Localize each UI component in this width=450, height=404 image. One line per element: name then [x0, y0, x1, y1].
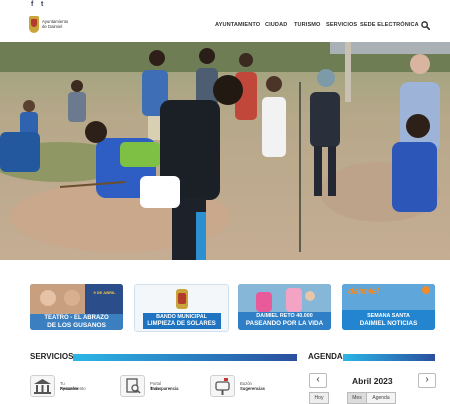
services-title: SERVICIOS: [30, 352, 74, 361]
tile-title-line2: DAIMIEL NOTICIAS: [359, 320, 418, 327]
tile-title-line2: PASEANDO POR LA VIDA: [245, 320, 324, 327]
logo-text[interactable]: Ayuntamiento de Daimiel: [42, 19, 72, 29]
calendar-today-button[interactable]: Hoy: [309, 392, 329, 404]
nav-ciudad[interactable]: CIUDAD: [265, 22, 287, 28]
nav-ayuntamiento[interactable]: AYUNTAMIENTO: [215, 22, 260, 28]
service-label-2: Resuelve: [60, 386, 79, 391]
tile-title-line2: LIMPIEZA DE SOLARES: [147, 321, 216, 327]
tile-title-line1: TEATRO - EL ABRAZO: [44, 315, 109, 321]
top-social-bar: f t: [0, 0, 450, 10]
service-label-2: Transparencia: [150, 386, 179, 391]
document-search-icon: [120, 375, 145, 397]
agenda-title: AGENDA: [308, 352, 343, 361]
calendar-month-label: Abril 2023: [352, 376, 393, 386]
calendar-next-button[interactable]: ›: [418, 373, 436, 388]
building-icon: [30, 375, 55, 397]
search-icon[interactable]: [421, 21, 430, 30]
hero-photo: [0, 42, 450, 260]
calendar-prev-button[interactable]: ‹: [309, 373, 327, 388]
nav-servicios[interactable]: SERVICIOS: [326, 22, 357, 28]
services-divider: [73, 354, 297, 361]
daimiel-logo: daimiel: [348, 286, 380, 296]
twitter-icon[interactable]: t: [41, 1, 43, 8]
news-tile-bando[interactable]: BANDO MUNICIPAL LIMPIEZA DE SOLARES: [134, 284, 229, 332]
tile-date: 9 DE ABRIL: [93, 290, 116, 295]
tile-title-line1: DAIMIEL RETO 40.000: [256, 313, 313, 319]
agenda-divider: [343, 354, 435, 361]
tile-title-line1: SEMANA SANTA: [367, 313, 410, 319]
nav-turismo[interactable]: TURISMO: [294, 22, 321, 28]
tile-title-line1: BANDO MUNICIPAL: [156, 314, 207, 320]
news-tile-teatro[interactable]: 9 DE ABRIL TEATRO - EL ABRAZO DE LOS GUS…: [30, 284, 123, 330]
calendar-month-view-button[interactable]: Mes: [347, 392, 367, 404]
service-label-2: Sugerencias: [240, 386, 265, 391]
calendar-agenda-view-button[interactable]: Agenda: [366, 392, 396, 404]
facebook-icon[interactable]: f: [31, 1, 33, 8]
news-tile-reto[interactable]: DAIMIEL RETO 40.000 PASEANDO POR LA VIDA: [238, 284, 331, 330]
tile-title-line2: DE LOS GUSANOS: [47, 322, 106, 329]
logo-shield-icon[interactable]: [29, 16, 39, 33]
mailbox-icon: [210, 375, 235, 397]
nav-sede-electronica[interactable]: SEDE ELECTRÓNICA: [360, 22, 419, 28]
news-tile-semana-santa[interactable]: daimiel SEMANA SANTA DAIMIEL NOTICIAS: [342, 284, 435, 330]
